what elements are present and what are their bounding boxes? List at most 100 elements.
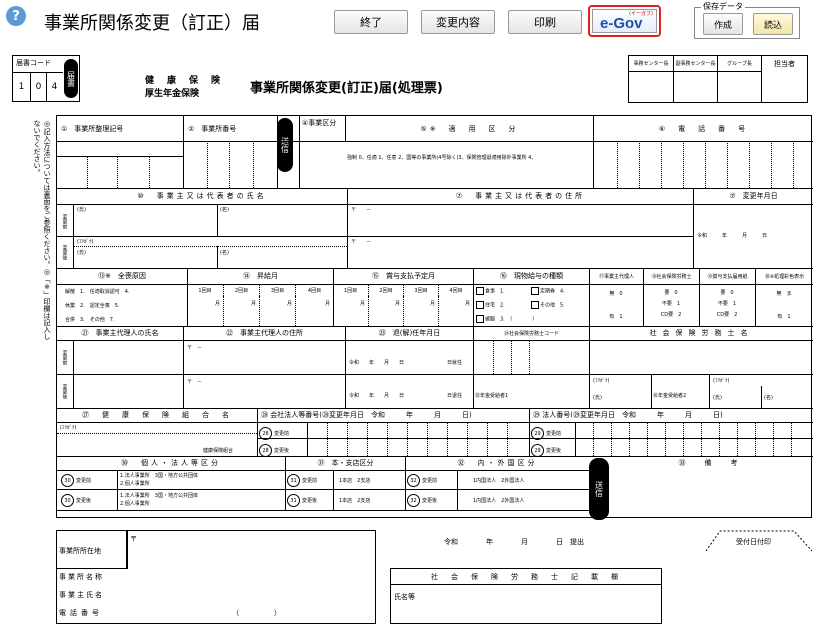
center-col: 担当者 <box>761 56 807 72</box>
checkbox[interactable] <box>531 301 539 309</box>
corp-id-header: ㉘ 会社法人等番号(㉘変更年月日 令和 年 月 日) <box>257 408 529 422</box>
kind-option-meal[interactable]: 食事 1. <box>476 287 505 295</box>
kind-option-housing[interactable]: 住宅 2. <box>476 301 505 309</box>
main-form-grid: ① 事業所整理記号 ② 事業所番号 送信 ④事業区分 ⑤※ 適 用 区 分 ⑥ … <box>56 115 813 520</box>
changes-button[interactable]: 変更内容 <box>421 10 495 34</box>
page-title: 事業所関係変更（訂正）届 <box>44 13 260 34</box>
corp-id-date: (㉘変更年月日 令和 年 月 日) <box>319 411 472 419</box>
domestic-before: 32 変更前 <box>407 474 437 487</box>
load-button[interactable]: 読込 <box>753 13 793 35</box>
change-label: 変更後 <box>76 498 92 504</box>
owner-name-header: ⑩ 事業主又は代表者の氏名 <box>137 192 267 200</box>
change-label: 変更前 <box>76 478 92 484</box>
checkbox[interactable] <box>476 315 484 323</box>
entity-options: 1.法人事業所 3国・地方公共団体 2.個人事業所 <box>120 492 198 508</box>
create-button[interactable]: 作成 <box>703 13 743 35</box>
shi-label: (氏) <box>713 395 722 401</box>
form-code-digit: 0 <box>30 73 46 101</box>
phone-number-header: ⑥ 電 話 番 号 <box>593 116 813 141</box>
sr-name-header: 社会保険労務士名 <box>589 326 813 340</box>
sr-flag-value: 不要 1 <box>661 301 681 307</box>
change-date-header: ⑦ 変更年月日 <box>693 188 813 204</box>
na-label: (名) <box>764 395 773 401</box>
domestic-options: 1内国法人 2外国法人 <box>473 498 525 504</box>
term-date-tail: 日就任 <box>447 360 463 366</box>
form-code-pill: 届書 <box>64 59 78 98</box>
checkbox[interactable] <box>476 287 484 295</box>
change-label: 変更前 <box>302 478 318 484</box>
office-address-label: 事業所所在地 <box>59 547 101 555</box>
kind-label: 住宅 2. <box>485 302 505 309</box>
help-icon[interactable]: ? <box>6 6 26 26</box>
print-button[interactable]: 印刷 <box>508 10 582 34</box>
entity-option: 2.個人事業所 <box>120 481 150 487</box>
sr-fill-header: 社 会 保 険 労 務 士 記 載 欄 <box>391 569 661 585</box>
reason-header: ⑬※ 全喪原因 <box>98 272 146 280</box>
kana-label: (ﾌﾘｶﾞﾅ) <box>713 378 730 384</box>
number-badge: 30 <box>61 474 74 487</box>
process-color-value: 有 1 <box>777 314 791 320</box>
form-code-digit: 4 <box>46 73 62 101</box>
corp-no-date: (㉙変更年月日 令和 年 月 日) <box>570 411 723 419</box>
month-unit: 月 <box>325 301 331 307</box>
na-label: (名) <box>220 250 229 256</box>
kind-option-pass[interactable]: 定期券 4. <box>531 287 565 295</box>
agent-flag-value: 有 1 <box>609 314 623 320</box>
kind-option-clothing[interactable]: 被服 3. （ ） <box>476 315 537 323</box>
row-after: 変更後 <box>61 383 68 399</box>
postal-mark: 〒 <box>130 535 137 543</box>
org-line-1: 健 康 保 険 <box>145 76 223 86</box>
shi-label: (氏) <box>593 395 602 401</box>
month-label: 2回目 <box>368 284 403 296</box>
shi-label: (氏) <box>77 207 86 213</box>
pension-recipient-2: ㉖年金受給者2 <box>653 393 687 399</box>
egov-button[interactable]: (イーガブ) e-Gov <box>588 5 661 37</box>
pay-raise-header: ⑭ 昇給月 <box>187 268 333 284</box>
month-label: 1回目 <box>198 287 212 294</box>
side-note: ◎記入方法については裏面をご参照ください。◎「※」印欄は記入しないでください。 <box>33 120 51 340</box>
kana-label: (ﾌﾘｶﾞﾅ) <box>593 378 610 384</box>
month-unit: 月 <box>360 301 366 307</box>
agent-address-header: ㉒ 事業主代理人の住所 <box>183 326 345 340</box>
month-label: 4回目 <box>438 284 473 296</box>
footer-applicant-box <box>56 530 376 624</box>
entity-after: 30 変更後 <box>61 494 91 507</box>
branch-options: 1本店 2支店 <box>339 478 371 484</box>
row-before: 変更前 <box>61 349 68 365</box>
end-button[interactable]: 終了 <box>334 10 408 34</box>
row-before: 変更前 <box>61 213 68 229</box>
month-unit: 月 <box>251 301 257 307</box>
process-color-value: 無 ま <box>776 291 792 297</box>
branch-type-header: ㉛ 本・支店区分 <box>285 456 405 470</box>
month-label: 2回目 <box>223 284 259 296</box>
agent-flag-header: ⑰事業主代理人 <box>589 268 643 284</box>
save-data-legend: 保存データ <box>701 1 745 12</box>
org-line-2: 厚生年金保険 <box>145 89 200 99</box>
entity-option: 1.法人事業所 3国・地方公共団体 <box>120 493 198 499</box>
center-approval-box: 事務センター長 副事務センター長 グループ長 担当者 <box>628 55 808 103</box>
sr-code-header: ㉔社会保険労務士コード <box>473 326 589 340</box>
row-after: 変更後 <box>61 244 68 260</box>
na-label: (名) <box>220 207 229 213</box>
sr-flag-value: CD要 2 <box>660 312 682 318</box>
phone-label: 電話番号 <box>59 609 103 617</box>
entity-before: 30 変更前 <box>61 474 91 487</box>
change-label: 変更後 <box>302 498 318 504</box>
kana-label: (ﾌﾘｶﾞﾅ) <box>77 239 94 245</box>
domestic-options: 1内国法人 2外国法人 <box>473 478 525 484</box>
kind-option-other[interactable]: その他 5. <box>531 301 565 309</box>
kana-label: (ﾌﾘｶﾞﾅ) <box>60 425 77 431</box>
reason-line: 合併 3. その他 7. <box>65 317 115 323</box>
bonus-form-header: ⑲賞与支払届用紙 <box>699 268 755 284</box>
postal-label: 〒 － <box>351 207 372 213</box>
checkbox[interactable] <box>531 287 539 295</box>
office-number-header: ② 事業所番号 <box>183 116 277 141</box>
egov-logo: e-Gov <box>600 15 643 32</box>
month-unit: 月 <box>430 301 436 307</box>
agent-flag-value: 無 0 <box>609 291 623 297</box>
number-badge: 31 <box>287 474 300 487</box>
sr-flag-header: ⑱社会保険労務士 <box>643 268 699 284</box>
kumiai-header: ㉗ 健 康 保 険 組 合 名 <box>82 411 232 419</box>
checkbox[interactable] <box>476 301 484 309</box>
phone-paren: （ ） <box>232 609 281 617</box>
